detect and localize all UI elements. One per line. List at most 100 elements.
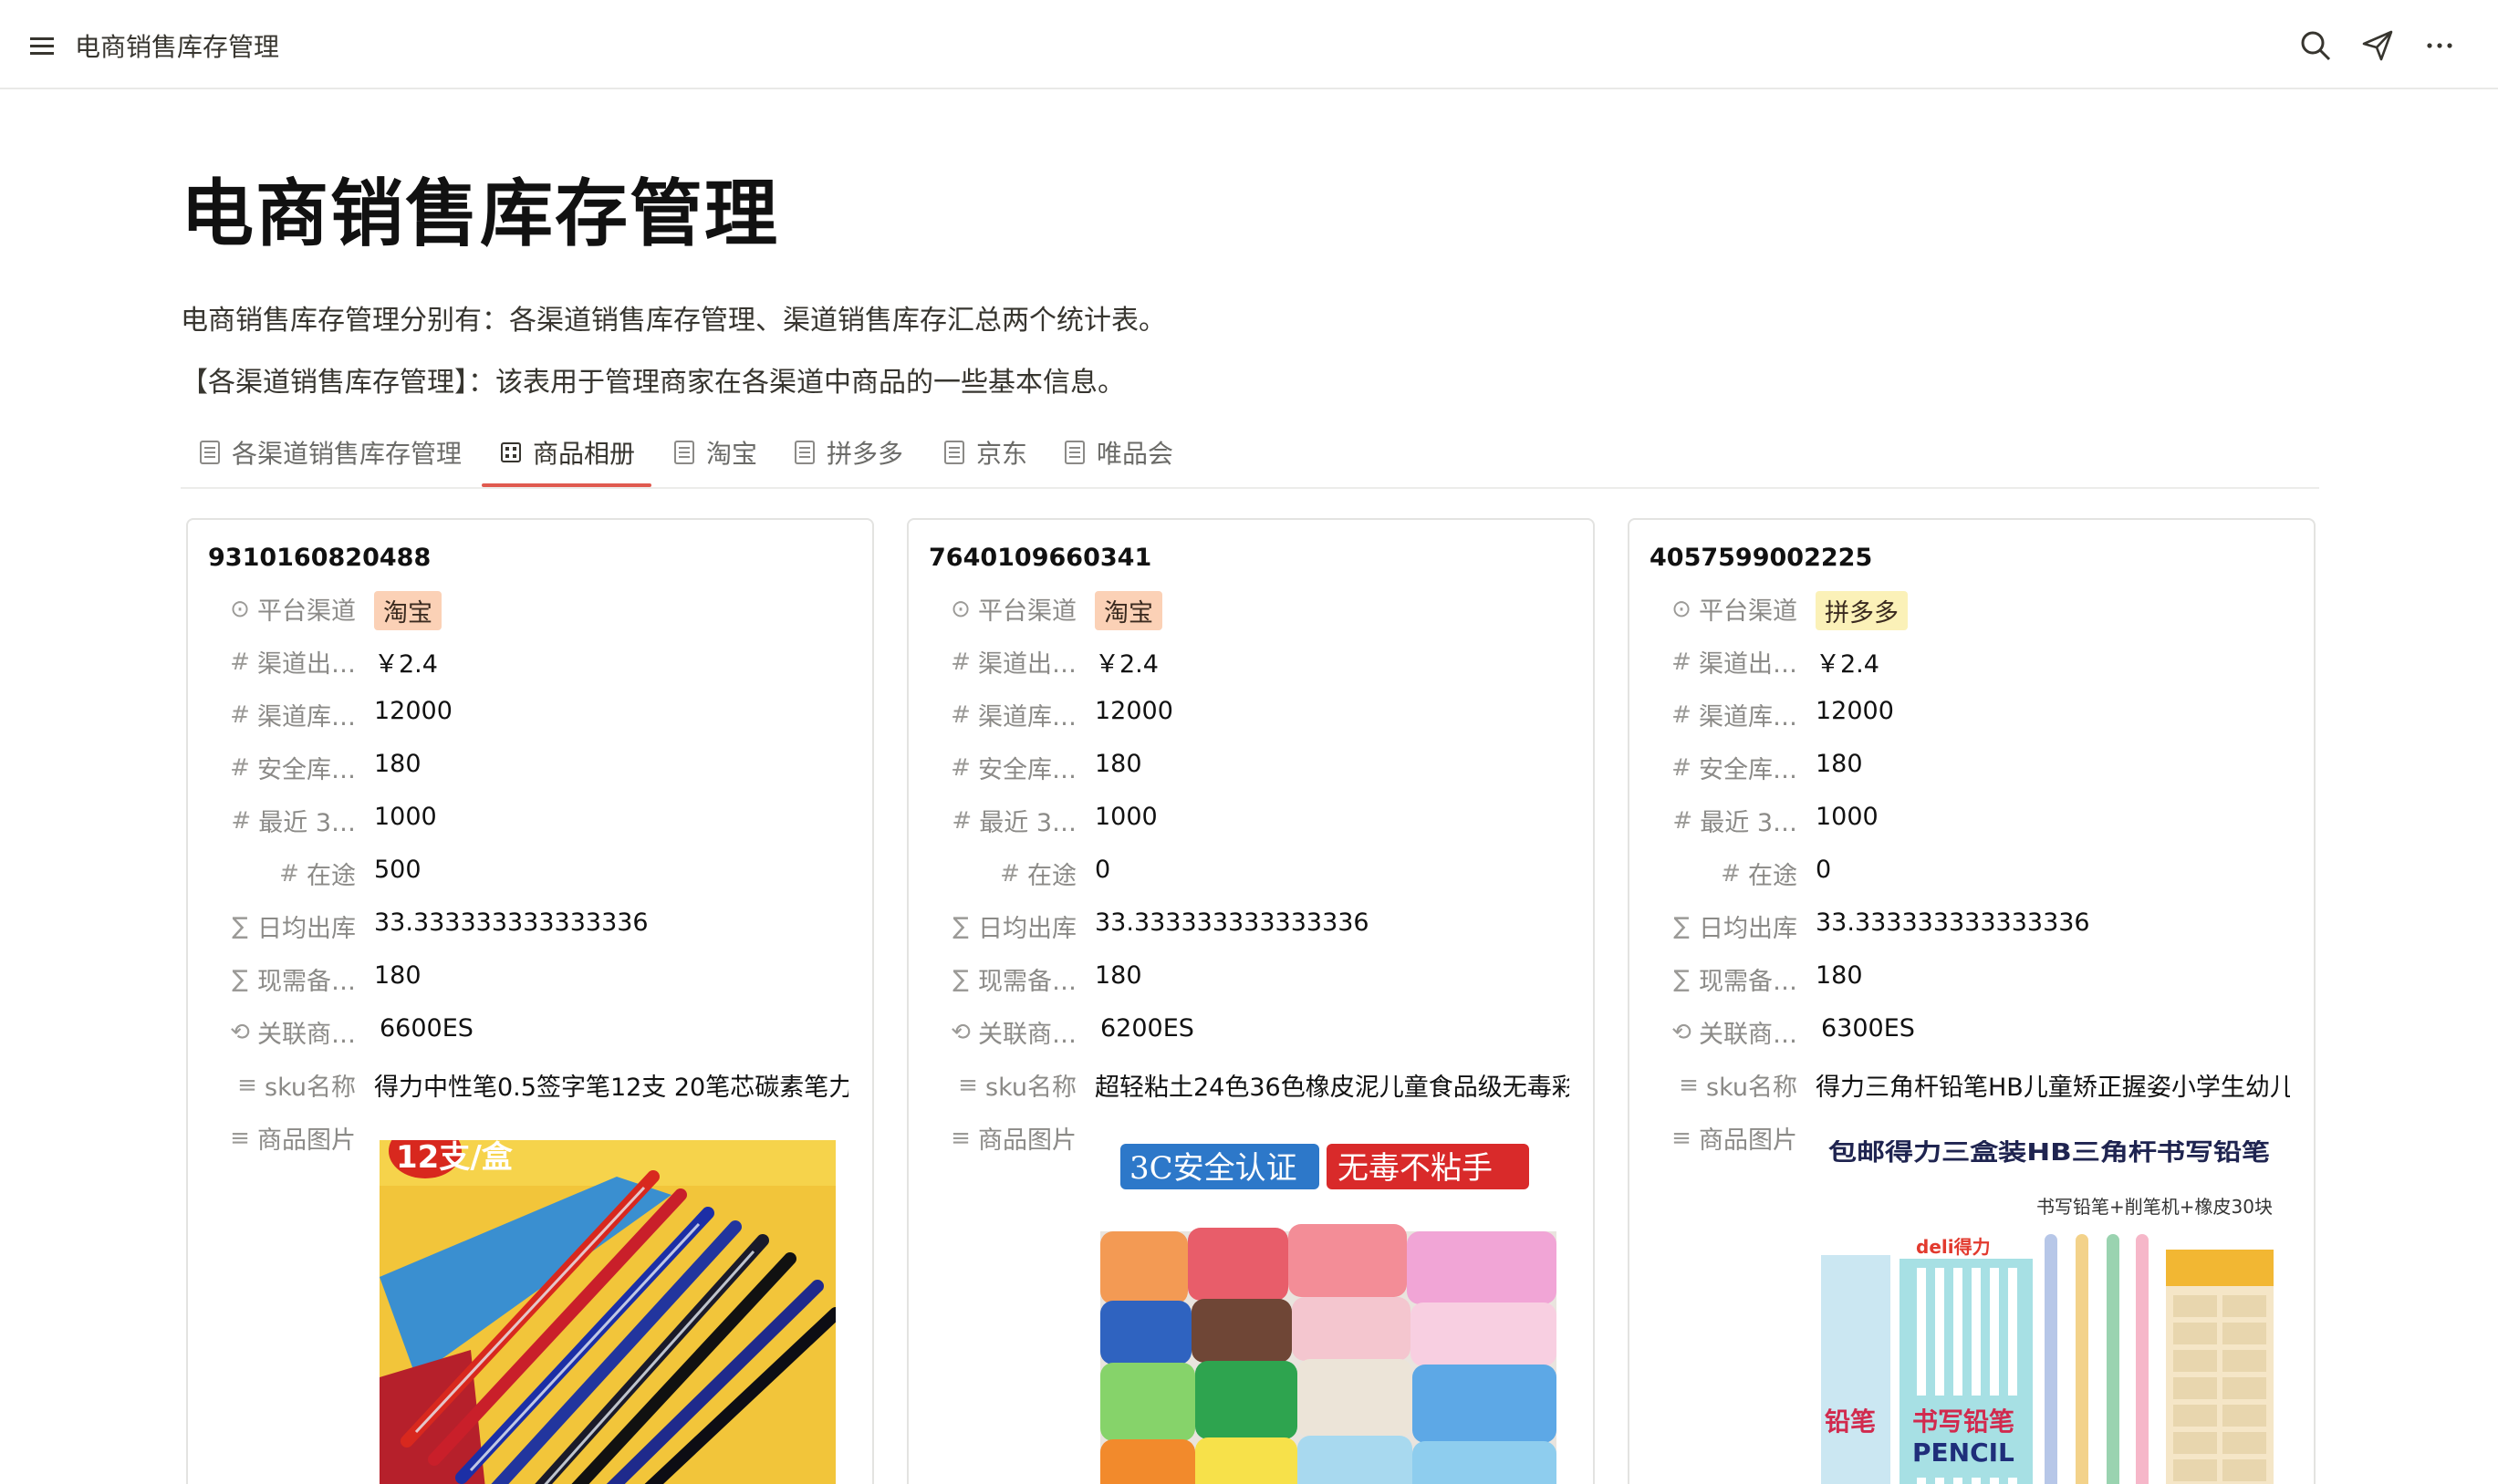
- tab-jd[interactable]: 京东: [943, 429, 1027, 489]
- tab-label: 各渠道销售库存管理: [232, 439, 463, 469]
- prop-label: 商品图片: [978, 1126, 1077, 1155]
- relation-icon: ⟲: [230, 1018, 250, 1046]
- number-icon: #: [1672, 806, 1693, 835]
- prop-value: 6300ES: [1821, 1014, 1915, 1043]
- prop-label: 平台渠道: [257, 597, 356, 626]
- text-icon: ≡: [958, 1071, 978, 1099]
- prop-value: 6200ES: [1100, 1014, 1194, 1043]
- prop-label: 现需备…: [1699, 968, 1797, 996]
- formula-icon: ∑: [232, 965, 248, 993]
- tab-label: 拼多多: [827, 439, 904, 469]
- prop-sku: ≡ sku名称 得力三角杆铅笔HB儿童矫正握姿小学生幼儿: [1629, 1062, 2314, 1103]
- topbar-title: 电商销售库存管理: [75, 32, 280, 62]
- tab-label: 唯品会: [1097, 439, 1174, 469]
- table-icon: [200, 441, 220, 464]
- prop-label: 商品图片: [1699, 1126, 1797, 1155]
- tab-vip[interactable]: 唯品会: [1064, 429, 1173, 489]
- active-tab-indicator: [482, 483, 651, 487]
- prop-label: 渠道出…: [1699, 650, 1797, 679]
- prop-label: 关联商…: [978, 1021, 1077, 1049]
- prop-label: 日均出库: [978, 915, 1077, 943]
- prop-label: 最近 3…: [258, 809, 356, 837]
- prop-value: 180: [1816, 961, 1863, 990]
- table-icon: [1065, 441, 1085, 464]
- select-icon: ⊙: [1671, 595, 1691, 623]
- formula-icon: ∑: [1673, 912, 1690, 940]
- gallery-card[interactable]: 7640109660341 ⊙ 平台渠道 淘宝 # 渠道出… ￥2.4 # 渠道库… …: [907, 518, 1595, 1484]
- prop-value: 0: [1095, 856, 1111, 884]
- prop-label: sku名称: [985, 1074, 1077, 1102]
- prop-transit: # 在途 0: [1629, 850, 2314, 890]
- tab-channel-inventory[interactable]: 各渠道销售库存管理: [199, 429, 462, 489]
- share-icon[interactable]: [2357, 26, 2398, 66]
- prop-related: ⟲ 关联商… 6600ES: [188, 1009, 872, 1049]
- prop-value: 12000: [1095, 697, 1173, 725]
- gallery-icon: [501, 442, 521, 462]
- image-text: 无毒不粘手: [1337, 1150, 1493, 1187]
- prop-value: ￥2.4: [1095, 650, 1159, 679]
- prop-value: 33.333333333333336: [374, 908, 649, 937]
- prop-label: 关联商…: [257, 1021, 356, 1049]
- text-icon: ≡: [230, 1124, 250, 1152]
- product-image[interactable]: 12支/盒: [380, 1140, 836, 1484]
- more-icon[interactable]: [2420, 26, 2460, 66]
- channel-tag: 淘宝: [1095, 591, 1162, 630]
- number-icon: #: [1671, 648, 1691, 676]
- tab-gallery[interactable]: 商品相册: [500, 429, 635, 489]
- number-icon: #: [1671, 700, 1691, 729]
- number-icon: #: [230, 753, 250, 782]
- number-icon: #: [231, 806, 252, 835]
- prop-value: 1000: [1816, 803, 1879, 831]
- image-text: 铅笔: [1825, 1406, 1876, 1437]
- prop-safety: # 安全库… 180: [909, 744, 1593, 784]
- prop-label: sku名称: [1706, 1074, 1797, 1102]
- image-text: 书写铅笔+削笔机+橡皮30块: [2036, 1196, 2273, 1218]
- prop-value: 33.333333333333336: [1095, 908, 1369, 937]
- prop-label: 日均出库: [257, 915, 356, 943]
- text-icon: ≡: [1679, 1071, 1699, 1099]
- number-icon: #: [951, 700, 971, 729]
- prop-label: 在途: [1748, 862, 1797, 890]
- prop-value: 180: [374, 750, 422, 778]
- table-icon: [795, 441, 815, 464]
- prop-value: 0: [1816, 856, 1832, 884]
- prop-value: 6600ES: [380, 1014, 474, 1043]
- image-text: 12支/盒: [396, 1140, 514, 1176]
- table-icon: [944, 441, 964, 464]
- tab-taobao[interactable]: 淘宝: [673, 429, 757, 489]
- prop-safety: # 安全库… 180: [188, 744, 872, 784]
- product-image[interactable]: 3C安全认证 无毒不粘手: [1100, 1140, 1556, 1484]
- select-icon: ⊙: [230, 595, 250, 623]
- prop-label: 现需备…: [257, 968, 356, 996]
- prop-label: 渠道库…: [978, 703, 1077, 732]
- menu-icon[interactable]: [26, 29, 58, 62]
- prop-value: 180: [1095, 961, 1142, 990]
- product-image[interactable]: 包邮得力三盒装HB三角杆书写铅笔 书写铅笔+削笔机+橡皮30块 deli得力 书…: [1821, 1140, 2277, 1484]
- number-icon: #: [279, 859, 299, 887]
- view-tabs: 各渠道销售库存管理 商品相册 淘宝 拼多多 京东 唯品会: [181, 429, 2319, 489]
- gallery-card[interactable]: 9310160820488 ⊙ 平台渠道 淘宝 # 渠道出… ￥2.4 # 渠道库… …: [186, 518, 874, 1484]
- prop-channel: ⊙ 平台渠道 淘宝: [909, 586, 1593, 630]
- number-icon: #: [951, 753, 971, 782]
- prop-stock: # 渠道库… 12000: [188, 691, 872, 732]
- search-icon[interactable]: [2295, 26, 2336, 66]
- tab-pinduoduo[interactable]: 拼多多: [794, 429, 903, 489]
- prop-value: 得力三角杆铅笔HB儿童矫正握姿小学生幼儿: [1816, 1074, 2290, 1102]
- prop-related: ⟲ 关联商… 6200ES: [909, 1009, 1593, 1049]
- prop-label: 安全库…: [1699, 756, 1797, 784]
- image-text: PENCIL: [1912, 1437, 2014, 1468]
- card-title: 7640109660341: [929, 544, 1152, 572]
- prop-value: 180: [1816, 750, 1863, 778]
- prop-value: 180: [374, 961, 422, 990]
- prop-label: 在途: [1027, 862, 1077, 890]
- text-icon: ≡: [1671, 1124, 1691, 1152]
- prop-need: ∑ 现需备… 180: [1629, 956, 2314, 996]
- prop-value: 1000: [1095, 803, 1158, 831]
- card-title: 9310160820488: [208, 544, 432, 572]
- page-description-2: 【各渠道销售库存管理】：该表用于管理商家在各渠道中商品的一些基本信息。: [181, 367, 1125, 399]
- prop-recent: # 最近 3… 1000: [909, 797, 1593, 837]
- gallery-card[interactable]: 4057599002225 ⊙ 平台渠道 拼多多 # 渠道出… ￥2.4 # 渠道库……: [1628, 518, 2316, 1484]
- prop-label: sku名称: [265, 1074, 356, 1102]
- prop-value: 12000: [374, 697, 453, 725]
- prop-transit: # 在途 0: [909, 850, 1593, 890]
